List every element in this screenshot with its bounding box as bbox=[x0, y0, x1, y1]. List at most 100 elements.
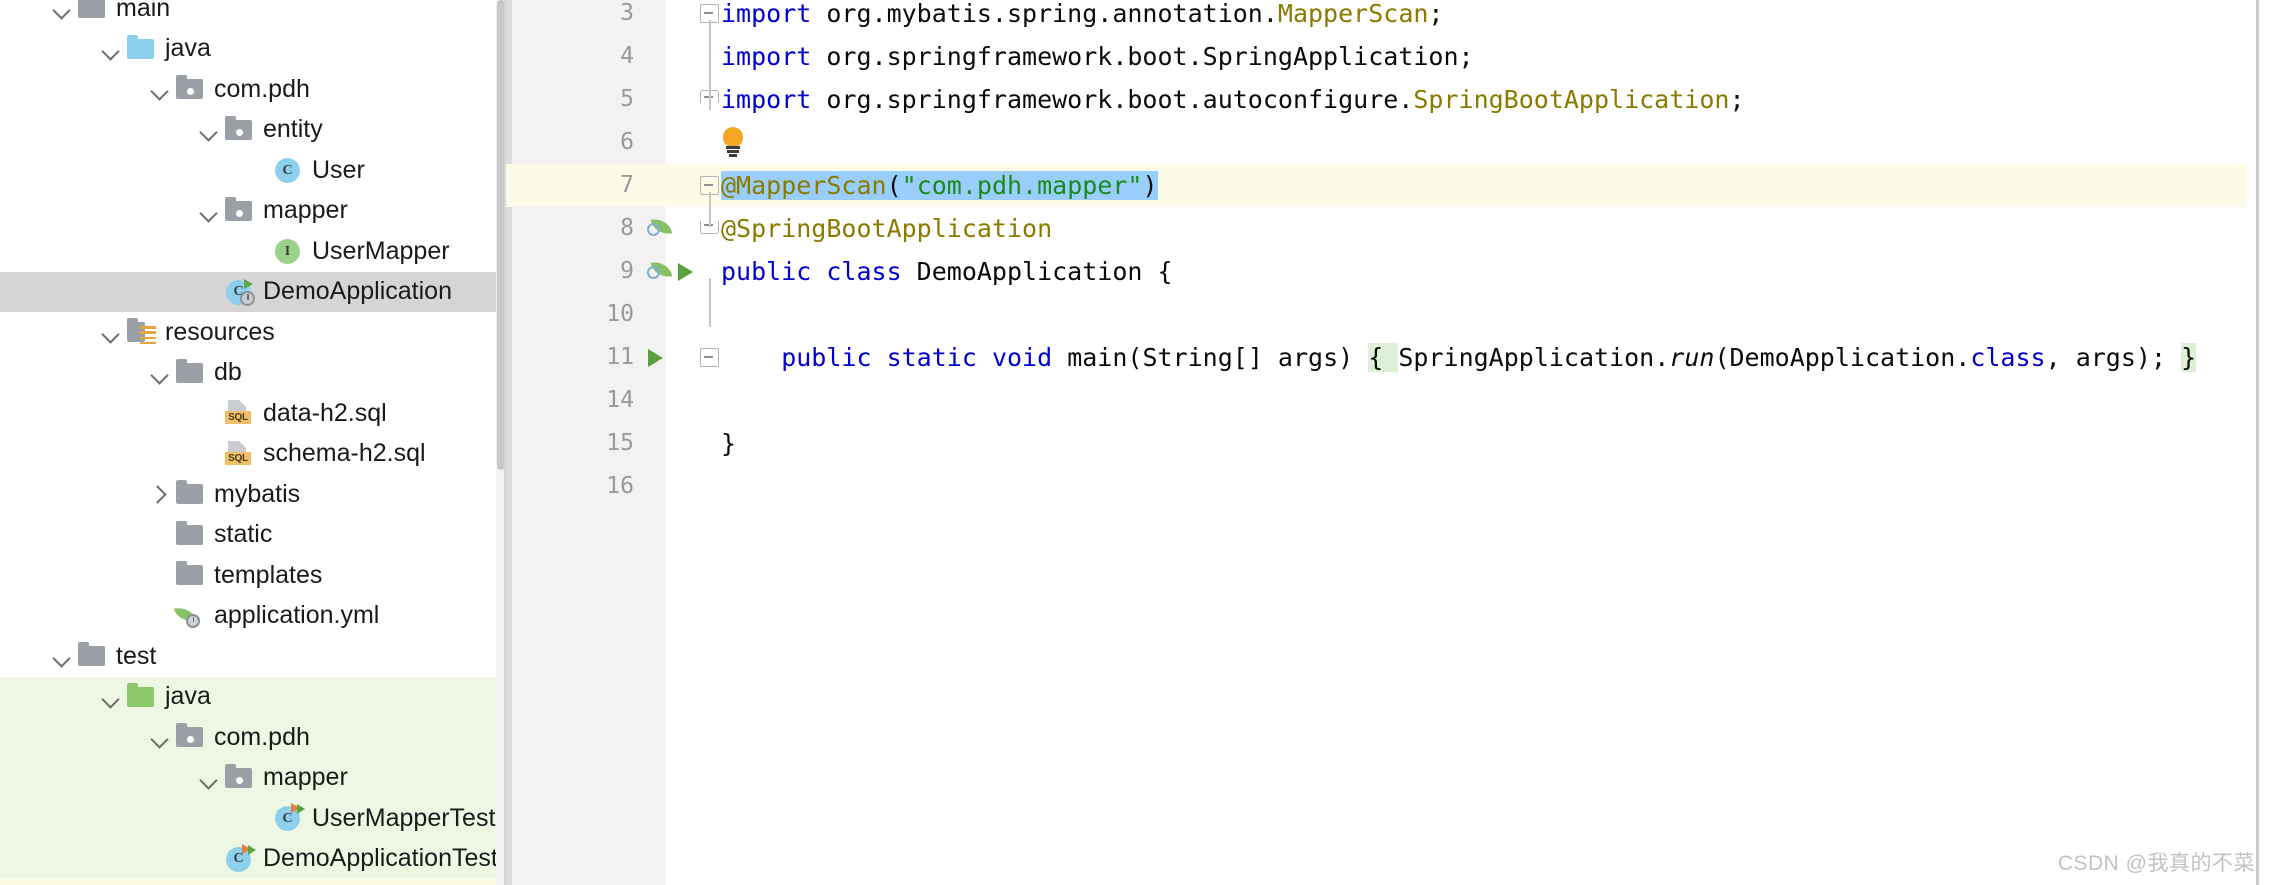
chevron-down-icon[interactable] bbox=[49, 643, 75, 669]
tree-item-application-yml[interactable]: application.yml bbox=[0, 596, 506, 637]
folder-package-icon bbox=[222, 196, 256, 225]
tree-item-static[interactable]: static bbox=[0, 515, 506, 556]
tree-item-main[interactable]: main bbox=[0, 0, 506, 29]
folder-blue-source-icon bbox=[124, 34, 158, 63]
tree-item-java[interactable]: java bbox=[0, 676, 506, 717]
chevron-right-icon[interactable] bbox=[147, 481, 173, 507]
code-line-11[interactable]: 11 public static void main(String[] args… bbox=[506, 336, 2269, 379]
code-line-7[interactable]: 7 @MapperScan("com.pdh.mapper") bbox=[506, 164, 2269, 207]
line-number: 4 bbox=[620, 43, 634, 69]
editor-panel[interactable]: 3 import org.mybatis.spring.annotation.Ma… bbox=[506, 0, 2269, 885]
code-lines-container[interactable]: 3 import org.mybatis.spring.annotation.Ma… bbox=[506, 0, 2269, 885]
code-line-10[interactable]: 10 bbox=[506, 293, 2269, 336]
folder-package-icon bbox=[222, 763, 256, 792]
tree-item-mapper[interactable]: mapper bbox=[0, 191, 506, 232]
tree-item-label: User bbox=[312, 155, 365, 184]
chevron-down-icon[interactable] bbox=[196, 117, 222, 143]
tree-arrow-spacer bbox=[245, 238, 271, 264]
code-line-15[interactable]: 15} bbox=[506, 422, 2269, 465]
tree-item-label: resources bbox=[165, 317, 275, 346]
tree-item-label: java bbox=[165, 682, 211, 711]
tree-item-label: templates bbox=[214, 560, 323, 589]
code-text[interactable]: public class DemoApplication { bbox=[721, 250, 1173, 293]
tree-item-com-pdh[interactable]: com.pdh bbox=[0, 69, 506, 110]
code-text[interactable]: @SpringBootApplication bbox=[721, 207, 1052, 250]
code-line-8[interactable]: 8 @SpringBootApplication bbox=[506, 207, 2269, 250]
folder-package-icon bbox=[173, 723, 207, 751]
tree-arrow-spacer bbox=[196, 441, 222, 467]
code-line-14[interactable]: 14 bbox=[506, 379, 2269, 422]
fold-guide-line bbox=[709, 20, 711, 110]
code-text[interactable]: public static void main(String[] args) {… bbox=[721, 336, 2197, 379]
line-number: 7 bbox=[620, 172, 634, 198]
java-interface-icon: I bbox=[271, 237, 305, 265]
chevron-down-icon[interactable] bbox=[98, 319, 124, 345]
tree-item-label: main bbox=[116, 0, 171, 22]
tree-item-entity[interactable]: entity bbox=[0, 110, 506, 151]
code-line-4[interactable]: 4 import org.springframework.boot.SpringA… bbox=[506, 35, 2269, 78]
tree-item-user[interactable]: C User bbox=[0, 150, 506, 191]
code-line-9[interactable]: 9 public class DemoApplication { bbox=[506, 250, 2269, 293]
code-text[interactable]: @MapperScan("com.pdh.mapper") bbox=[721, 164, 1158, 207]
code-text[interactable]: import org.mybatis.spring.annotation.Map… bbox=[721, 0, 1443, 35]
tree-arrow-spacer bbox=[196, 400, 222, 426]
tree-item-label: entity bbox=[263, 115, 323, 144]
spring-bean-run-gutter-icon[interactable] bbox=[646, 259, 693, 285]
tree-item-test[interactable]: test bbox=[0, 636, 506, 677]
intention-bulb-icon[interactable] bbox=[720, 127, 746, 157]
tree-item-partial-22[interactable] bbox=[0, 879, 506, 885]
code-text[interactable]: } bbox=[721, 422, 736, 465]
tree-item-label: java bbox=[165, 34, 211, 63]
sql-file-icon: SQL bbox=[222, 399, 256, 427]
tree-item-label: UserMapperTest bbox=[312, 803, 496, 832]
chevron-down-icon[interactable] bbox=[98, 684, 124, 710]
tree-item-java[interactable]: java bbox=[0, 29, 506, 70]
tree-item-demoapplicationtests[interactable]: C DemoApplicationTests bbox=[0, 838, 506, 879]
run-gutter-icon[interactable] bbox=[646, 345, 674, 371]
line-number: 5 bbox=[620, 86, 634, 112]
project-tree-panel[interactable]: main java com.pdh entity C User mapper I UserMap… bbox=[0, 0, 506, 885]
chevron-down-icon[interactable] bbox=[49, 0, 75, 21]
code-fold-marker[interactable] bbox=[700, 348, 719, 367]
tree-arrow-spacer bbox=[147, 603, 173, 629]
tree-item-usermapper[interactable]: I UserMapper bbox=[0, 231, 506, 272]
line-number: 15 bbox=[606, 430, 634, 456]
code-line-16[interactable]: 16 bbox=[506, 465, 2269, 508]
tree-item-label: UserMapper bbox=[312, 236, 450, 265]
tree-item-mapper[interactable]: mapper bbox=[0, 757, 506, 798]
line-number: 16 bbox=[606, 473, 634, 499]
tree-arrow-spacer bbox=[196, 846, 222, 872]
folder-gray-icon bbox=[75, 0, 109, 22]
chevron-down-icon[interactable] bbox=[147, 724, 173, 750]
tree-item-label: mybatis bbox=[214, 479, 301, 508]
tree-item-templates[interactable]: templates bbox=[0, 555, 506, 596]
intellij-idea-window: main java com.pdh entity C User mapper I UserMap… bbox=[0, 0, 2269, 885]
chevron-down-icon[interactable] bbox=[147, 360, 173, 386]
tree-item-demoapplication[interactable]: C DemoApplication bbox=[0, 271, 506, 312]
line-number: 9 bbox=[620, 258, 634, 284]
code-line-6[interactable]: 6 bbox=[506, 121, 2269, 164]
code-line-5[interactable]: 5 import org.springframework.boot.autocon… bbox=[506, 78, 2269, 121]
line-number: 6 bbox=[620, 129, 634, 155]
chevron-down-icon[interactable] bbox=[196, 765, 222, 791]
tree-item-usermappertest[interactable]: C UserMapperTest bbox=[0, 798, 506, 839]
editor-vertical-divider bbox=[2256, 0, 2259, 885]
code-text[interactable]: import org.springframework.boot.SpringAp… bbox=[721, 35, 1474, 78]
tree-item-mybatis[interactable]: mybatis bbox=[0, 474, 506, 515]
code-text[interactable]: import org.springframework.boot.autoconf… bbox=[721, 78, 1745, 121]
chevron-down-icon[interactable] bbox=[196, 198, 222, 224]
folder-package-icon bbox=[173, 75, 207, 103]
code-line-3[interactable]: 3 import org.mybatis.spring.annotation.Ma… bbox=[506, 0, 2269, 35]
folder-package-icon bbox=[222, 115, 256, 144]
tree-arrow-spacer bbox=[147, 562, 173, 588]
tree-item-resources[interactable]: resources bbox=[0, 312, 506, 353]
spring-bean-gutter-icon[interactable] bbox=[646, 216, 674, 242]
chevron-down-icon[interactable] bbox=[147, 76, 173, 102]
tree-item-label: db bbox=[214, 358, 242, 387]
tree-item-db[interactable]: db bbox=[0, 353, 506, 394]
tree-arrow-spacer bbox=[147, 522, 173, 548]
tree-item-data-h2-sql[interactable]: SQL data-h2.sql bbox=[0, 393, 506, 434]
tree-item-schema-h2-sql[interactable]: SQL schema-h2.sql bbox=[0, 434, 506, 475]
tree-item-com-pdh[interactable]: com.pdh bbox=[0, 717, 506, 758]
chevron-down-icon[interactable] bbox=[98, 36, 124, 62]
